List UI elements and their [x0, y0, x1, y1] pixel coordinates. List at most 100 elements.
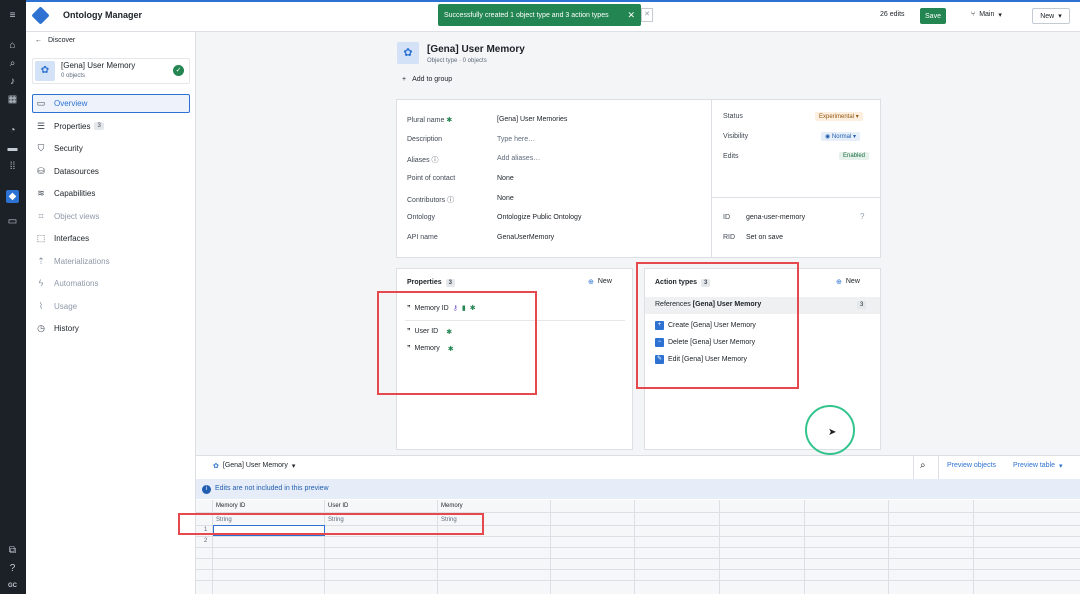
apps-icon[interactable]: ▦	[6, 93, 19, 106]
new-property-button[interactable]: ⊕ New	[588, 278, 612, 286]
object-summary-card[interactable]: ✿ [Gena] User Memory 0 objects ✓	[32, 58, 190, 84]
nav-properties[interactable]: ☰ Properties 3	[34, 117, 216, 135]
nav-history-label: History	[54, 323, 79, 333]
notice-message: Edits are not included in this preview	[215, 485, 329, 492]
caret-down-icon: ▾	[291, 463, 296, 470]
highlight-box	[636, 262, 799, 389]
grid-line	[196, 547, 1080, 548]
preview-objects-button[interactable]: Preview objects	[947, 462, 996, 469]
edits-count: 26 edits	[880, 11, 905, 18]
branch-selector[interactable]: ⑂ Main ▾	[971, 11, 1002, 19]
nav-object-views[interactable]: ⌗ Object views	[34, 207, 216, 225]
check-icon: ✓	[173, 65, 184, 76]
brain-icon: ✿	[35, 61, 55, 81]
ontology-value: Ontologize Public Ontology	[497, 214, 582, 221]
menu-icon[interactable]: ≡	[6, 9, 19, 22]
new-action-button[interactable]: ⊕ New	[836, 278, 860, 286]
nav-history[interactable]: ◷ History	[34, 319, 216, 337]
description-input[interactable]: Type here…	[497, 136, 535, 143]
brain-icon: ✿	[397, 42, 419, 64]
nav-security[interactable]: ⛉ Security	[34, 139, 216, 157]
nav-materializations[interactable]: ⇡ Materializations	[34, 252, 216, 270]
nav-capabilities[interactable]: ≋ Capabilities	[34, 184, 216, 202]
preview-table-label: Preview table	[1013, 462, 1056, 469]
overview-icon: ▭	[36, 97, 46, 108]
cursor-icon: ➤	[828, 427, 837, 438]
api-name-value[interactable]: GenaUserMemory	[497, 234, 554, 241]
page-subtitle: Object type · 0 objects	[427, 58, 487, 64]
info-icon: i	[202, 485, 211, 494]
search-icon[interactable]: ⌕	[6, 57, 19, 70]
field-label: Aliases ⓘ	[407, 157, 439, 164]
id-value: gena-user-memory	[746, 214, 806, 221]
branch-icon: ⑂	[971, 11, 976, 18]
close-icon[interactable]: ✕	[627, 10, 635, 21]
new-action-label: New	[845, 278, 860, 285]
object-name: [Gena] User Memory	[61, 61, 136, 70]
home-icon[interactable]: ⌂	[6, 39, 19, 52]
nav-interfaces[interactable]: ⬚ Interfaces	[34, 229, 216, 247]
files-icon[interactable]: ▭	[6, 215, 19, 228]
back-link-label: Discover	[48, 37, 76, 44]
brain-icon: ✿	[213, 463, 219, 470]
branch-label: Main	[979, 11, 995, 18]
grid-line	[196, 558, 1080, 559]
caret-down-icon: ▾	[855, 114, 859, 120]
column-header[interactable]: Memory ID	[216, 503, 245, 509]
top-accent-line	[26, 0, 1080, 2]
help-icon[interactable]: ?	[860, 212, 864, 221]
user-avatar[interactable]: GC	[6, 580, 19, 593]
visibility-dropdown[interactable]: ◉ Normal ▾	[821, 132, 860, 141]
search-icon[interactable]: ⌕	[920, 460, 926, 471]
plural-name-value[interactable]: [Gena] User Memories	[497, 116, 567, 123]
toast-dismiss-icon[interactable]: ✕	[641, 8, 653, 22]
column-header[interactable]: Memory	[441, 503, 463, 509]
nav-usage[interactable]: ⌇ Usage	[34, 297, 216, 315]
app-title: Ontology Manager	[63, 10, 143, 20]
add-to-group-button[interactable]: + Add to group	[402, 76, 452, 83]
recent-icon[interactable]: ◔	[6, 124, 19, 137]
help-icon[interactable]: ?	[6, 562, 19, 575]
info-icon: ⓘ	[431, 157, 439, 164]
info-icon: ⓘ	[447, 197, 455, 204]
status-dropdown[interactable]: Experimental ▾	[815, 112, 863, 121]
new-button[interactable]: New ▾	[1032, 8, 1070, 24]
nav-automations-label: Automations	[54, 278, 99, 288]
nav-overview[interactable]: ▭ Overview	[34, 94, 216, 112]
field-label: Point of contact	[407, 175, 456, 182]
ontology-icon[interactable]: ◆	[6, 190, 19, 203]
contributors-value[interactable]: None	[497, 195, 514, 202]
nav-datasources[interactable]: ⛁ Datasources	[34, 162, 216, 180]
column-header[interactable]: User ID	[328, 503, 348, 509]
aliases-input[interactable]: Add aliases…	[497, 155, 540, 162]
chevron-down-icon: ▾	[1058, 13, 1062, 20]
nav-automations[interactable]: ϟ Automations	[34, 274, 216, 292]
nav-security-label: Security	[54, 143, 83, 153]
layers-icon[interactable]: ⧉	[6, 544, 19, 557]
status-label: Status	[723, 113, 743, 120]
list-icon: ☰	[36, 120, 46, 131]
app-rail: ≡ ⌂ ⌕ ♪ ▦ ◔ ▬ ⁞⁞ ◆ ▭ ⧉ ? GC	[0, 0, 26, 594]
divider	[938, 455, 939, 479]
field-label: Ontology	[407, 214, 436, 221]
preview-selector-label: [Gena] User Memory	[222, 462, 288, 469]
edits-enabled-badge: Enabled	[839, 152, 870, 160]
preview-selector[interactable]: ✿ [Gena] User Memory ▾	[213, 462, 295, 470]
highlight-box	[178, 513, 484, 535]
point-of-contact-value[interactable]: None	[497, 175, 514, 182]
edits-label: Edits	[723, 153, 739, 160]
new-button-label: New	[1040, 12, 1055, 20]
grid-icon[interactable]: ⁞⁞	[6, 160, 19, 173]
save-button[interactable]: Save	[920, 8, 946, 24]
details-divider	[711, 99, 712, 258]
back-link[interactable]: ← Discover	[35, 37, 75, 44]
interface-icon: ⬚	[36, 232, 46, 243]
notifications-icon[interactable]: ♪	[6, 75, 19, 88]
history-icon: ◷	[37, 322, 45, 333]
lightning-icon: ϟ	[38, 278, 44, 288]
folder-icon[interactable]: ▬	[6, 142, 19, 155]
rid-label: RID	[723, 234, 736, 241]
highlight-box	[377, 291, 537, 395]
notice-text: i Edits are not included in this preview	[202, 485, 329, 494]
preview-table-button[interactable]: Preview table ▾	[1013, 462, 1063, 470]
